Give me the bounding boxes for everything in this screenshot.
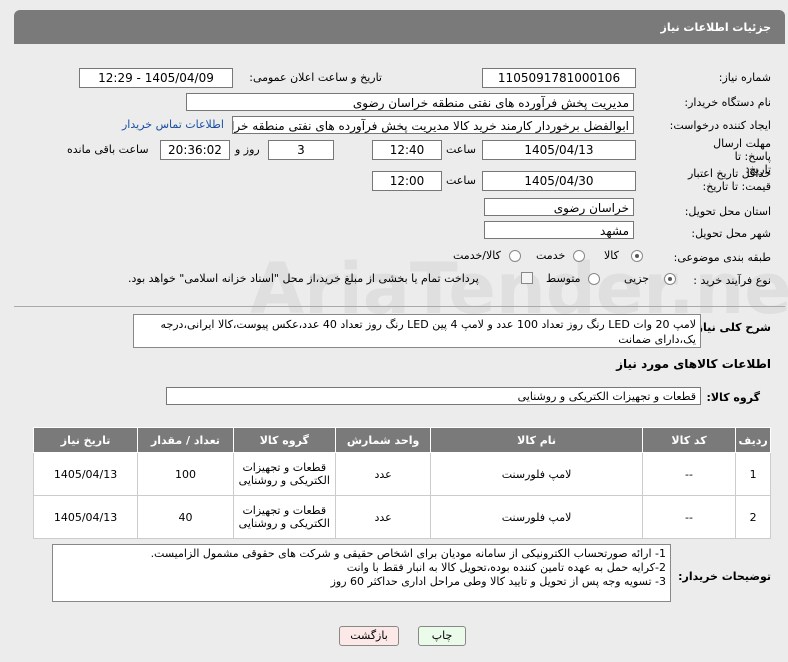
- goods-section-title: اطلاعات کالاهای مورد نیاز: [616, 357, 771, 371]
- cell-date: 1405/04/13: [32, 452, 139, 496]
- deadline-date-field[interactable]: 1405/04/13: [482, 140, 636, 160]
- city-label: شهر محل تحویل:: [691, 227, 771, 240]
- creator-label: ایجاد کننده درخواست:: [669, 119, 771, 132]
- validity-time-label: ساعت: [446, 174, 476, 187]
- buyer-note-line-2: 2-کرایه حمل به عهده تامین کننده بوده،تحو…: [346, 561, 666, 574]
- table-row: 2 -- لامپ فلورسنت عدد قطعات و تجهیزات ال…: [32, 495, 771, 539]
- cell-unit: عدد: [334, 452, 432, 496]
- deadline-time-field[interactable]: 12:40: [372, 140, 442, 160]
- goods-group-label: گروه کالا:: [706, 391, 760, 404]
- page-title: جزئیات اطلاعات نیاز: [660, 21, 772, 34]
- cell-group: قطعات و تجهیزات الکتریکی و روشنایی: [232, 495, 336, 539]
- validity-label: حداقل تاریخ اعتبار قیمت: تا تاریخ:: [687, 167, 771, 193]
- page-header: جزئیات اطلاعات نیاز: [14, 10, 785, 44]
- announce-datetime-field[interactable]: 1405/04/09 - 12:29: [79, 68, 233, 88]
- buyer-note-line-1: 1- ارائه صورتحساب الکترونیکی از سامانه م…: [150, 547, 666, 560]
- remaining-time-field[interactable]: 20:36:02: [160, 140, 230, 160]
- buyer-org-label: نام دستگاه خریدار:: [684, 96, 771, 109]
- buyer-notes-text[interactable]: 1- ارائه صورتحساب الکترونیکی از سامانه م…: [52, 544, 671, 602]
- cell-unit: عدد: [334, 495, 432, 539]
- back-button[interactable]: بازگشت: [339, 626, 399, 646]
- buyer-org-field[interactable]: مدیریت پخش فرآورده های نفتی منطقه خراسان…: [186, 93, 634, 111]
- days-field[interactable]: 3: [268, 140, 334, 160]
- city-field[interactable]: مشهد: [484, 221, 634, 239]
- process-label: نوع فرآیند خرید :: [693, 274, 771, 287]
- cell-qty: 40: [137, 495, 234, 539]
- col-qty: تعداد / مقدار: [137, 427, 234, 453]
- validity-time-field[interactable]: 12:00: [372, 171, 442, 191]
- cell-name: لامپ فلورسنت: [430, 452, 643, 496]
- cell-code: --: [641, 452, 737, 496]
- category-label: طبقه بندی موضوعی:: [673, 251, 771, 264]
- col-date: تاریخ نیاز: [32, 427, 139, 453]
- days-label: روز و: [235, 143, 260, 156]
- print-button[interactable]: چاپ: [418, 626, 466, 646]
- description-label: شرح کلی نیاز:: [692, 321, 771, 334]
- remaining-label: ساعت باقی مانده: [67, 143, 149, 156]
- buyer-notes-label: توضیحات خریدار:: [678, 570, 771, 583]
- divider: [14, 306, 785, 307]
- category-option-goods: کالا: [604, 249, 619, 262]
- col-row: ردیف: [735, 427, 771, 453]
- province-label: استان محل تحویل:: [684, 205, 771, 218]
- category-option-goods-service: کالا/خدمت: [453, 249, 501, 262]
- creator-field[interactable]: ابوالفضل برخوردار کارمند خرید کالا مدیری…: [232, 116, 634, 134]
- cell-group: قطعات و تجهیزات الکتریکی و روشنایی: [232, 452, 336, 496]
- col-code: کد کالا: [641, 427, 737, 453]
- buyer-note-line-3: 3- تسویه وجه پس از تحویل و تایید کالا وط…: [330, 575, 666, 588]
- announce-label: تاریخ و ساعت اعلان عمومی:: [249, 71, 382, 84]
- cell-date: 1405/04/13: [32, 495, 139, 539]
- col-unit: واحد شمارش: [334, 427, 432, 453]
- cell-qty: 100: [137, 452, 234, 496]
- process-radio-minor[interactable]: [664, 273, 676, 285]
- need-number-field[interactable]: 1105091781000106: [482, 68, 636, 88]
- table-row: 1 -- لامپ فلورسنت عدد قطعات و تجهیزات ال…: [32, 452, 771, 496]
- category-radio-service[interactable]: [573, 250, 585, 262]
- col-group: گروه کالا: [232, 427, 336, 453]
- process-option-minor: جزیی: [624, 272, 650, 285]
- category-option-service: خدمت: [536, 249, 566, 262]
- need-number-label: شماره نیاز:: [718, 71, 771, 84]
- process-radio-medium[interactable]: [588, 273, 600, 285]
- cell-code: --: [641, 495, 737, 539]
- goods-group-field[interactable]: قطعات و تجهیزات الکتریکی و روشنایی: [166, 387, 701, 405]
- description-text[interactable]: لامپ 20 وات LED رنگ روز تعداد 100 عدد و …: [133, 314, 701, 348]
- goods-table: ردیف کد کالا نام کالا واحد شمارش گروه کا…: [32, 427, 771, 539]
- cell-name: لامپ فلورسنت: [430, 495, 643, 539]
- process-option-medium: متوسط: [546, 272, 581, 285]
- cell-row: 1: [735, 452, 771, 496]
- treasury-payment-note: پرداخت تمام یا بخشی از مبلغ خرید،از محل …: [128, 272, 479, 285]
- cell-row: 2: [735, 495, 771, 539]
- category-radio-goods-service[interactable]: [509, 250, 521, 262]
- deadline-time-label: ساعت: [446, 143, 476, 156]
- contact-info-link[interactable]: اطلاعات تماس خریدار: [122, 118, 224, 131]
- validity-date-field[interactable]: 1405/04/30: [482, 171, 636, 191]
- treasury-payment-checkbox[interactable]: [521, 272, 533, 284]
- col-name: نام کالا: [430, 427, 643, 453]
- province-field[interactable]: خراسان رضوی: [484, 198, 634, 216]
- category-radio-goods[interactable]: [631, 250, 643, 262]
